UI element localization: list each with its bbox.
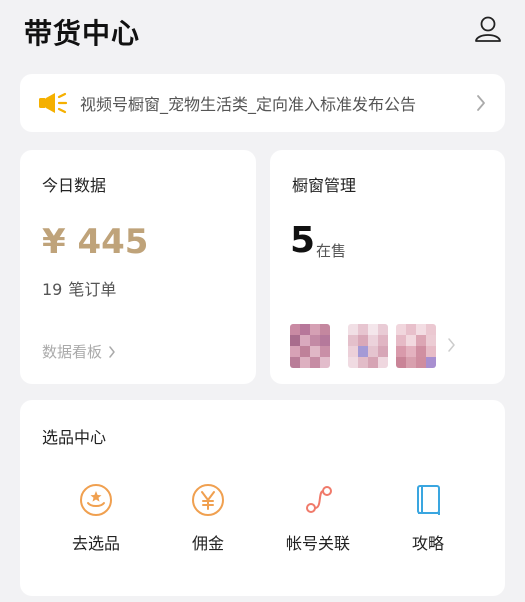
guide-label: 攻略 xyxy=(411,534,444,553)
orders-label: 笔订单 xyxy=(68,280,117,299)
chevron-right-icon xyxy=(109,345,115,358)
orders-count: 19 xyxy=(42,280,63,299)
selection-center-card: 选品中心 去选品 佣金 帐号关联 攻略 xyxy=(20,400,505,596)
page-title: 带货中心 xyxy=(24,17,141,50)
select-product-icon xyxy=(80,484,112,516)
header: 带货中心 xyxy=(0,0,525,62)
on-sale-label: 在售 xyxy=(316,242,347,260)
dashboard-link[interactable]: 数据看板 xyxy=(42,341,116,362)
orders-summary: 19 笔订单 xyxy=(42,276,116,300)
product-thumbnail[interactable] xyxy=(290,324,330,368)
guide-button[interactable]: 攻略 xyxy=(378,482,478,562)
commission-yen-icon xyxy=(192,484,224,516)
notice-banner[interactable]: 视频号橱窗_宠物生活类_定向准入标准发布公告 xyxy=(20,74,505,132)
today-data-title: 今日数据 xyxy=(42,176,107,195)
guide-book-icon xyxy=(417,485,440,515)
account-link-button[interactable]: 帐号关联 xyxy=(268,482,368,562)
select-product-button[interactable]: 去选品 xyxy=(46,482,146,562)
profile-button[interactable] xyxy=(473,14,503,44)
speaker-icon xyxy=(39,92,68,114)
dashboard-link-label: 数据看板 xyxy=(42,343,103,361)
account-link-icon xyxy=(306,486,332,513)
commission-button[interactable]: 佣金 xyxy=(158,482,258,562)
select-product-label: 去选品 xyxy=(71,534,120,553)
notice-text: 视频号橱窗_宠物生活类_定向准入标准发布公告 xyxy=(80,95,417,114)
selection-center-title: 选品中心 xyxy=(42,428,107,447)
product-thumbnail[interactable] xyxy=(348,324,388,368)
window-management-title: 橱窗管理 xyxy=(292,176,357,195)
on-sale-count: 5 xyxy=(290,220,316,261)
today-amount: ¥ 445 xyxy=(42,222,149,262)
chevron-right-icon xyxy=(448,338,455,352)
today-data-card[interactable]: 今日数据 ¥ 445 19 笔订单 数据看板 xyxy=(20,150,256,384)
commission-label: 佣金 xyxy=(191,534,224,553)
window-management-card[interactable]: 橱窗管理 5 在售 xyxy=(270,150,505,384)
account-link-label: 帐号关联 xyxy=(285,534,350,553)
chevron-right-icon xyxy=(477,95,485,111)
product-thumbnail[interactable] xyxy=(396,324,436,368)
user-icon xyxy=(475,16,501,42)
